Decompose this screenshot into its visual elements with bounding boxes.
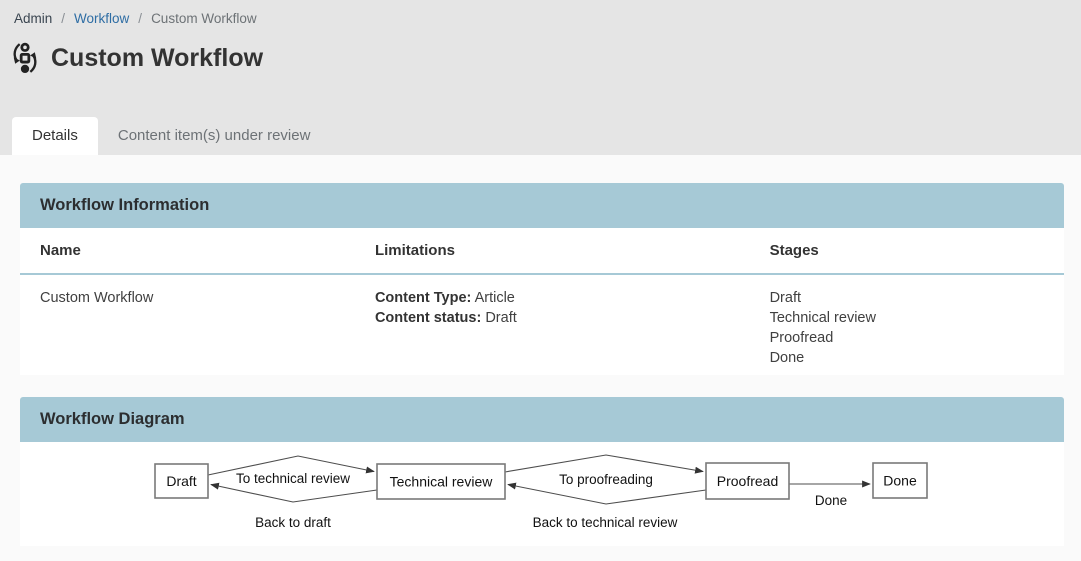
limitation-value: Article (471, 290, 515, 306)
workflow-icon (10, 42, 40, 74)
workflow-information-panel: Workflow Information Name Limitations St… (20, 183, 1064, 375)
stage-item: Technical review (770, 308, 1064, 328)
workflow-name: Custom Workflow (40, 288, 375, 308)
workflow-information-header: Workflow Information (20, 183, 1064, 228)
diagram-node-proofread: Proofread (717, 473, 778, 489)
breadcrumb-separator: / (61, 11, 65, 26)
cell-limitations: Content Type: Article Content status: Dr… (375, 288, 770, 375)
breadcrumb-admin: Admin (14, 11, 52, 26)
breadcrumb-current: Custom Workflow (151, 11, 257, 26)
tab-details[interactable]: Details (12, 117, 98, 155)
page-title: Custom Workflow (51, 44, 263, 73)
limitation-label: Content Type: (375, 290, 471, 306)
transition-arrow-to-proofreading (505, 455, 703, 472)
breadcrumb-separator: / (138, 11, 142, 26)
limitation-label: Content status: (375, 310, 481, 326)
limitation-content-status: Content status: Draft (375, 308, 770, 328)
column-header-limitations: Limitations (375, 228, 770, 273)
diagram-node-draft: Draft (166, 473, 196, 489)
page-header: Admin / Workflow / Custom Workflow Custo… (0, 0, 1081, 155)
title-row: Custom Workflow (0, 26, 1081, 74)
transition-label-back-to-technical-review: Back to technical review (533, 515, 678, 530)
stage-item: Proofread (770, 328, 1064, 348)
transition-arrow-back-to-technical-review (508, 485, 706, 505)
transition-label-back-to-draft: Back to draft (255, 515, 331, 530)
transition-arrow-back-to-draft (211, 485, 377, 503)
breadcrumb: Admin / Workflow / Custom Workflow (0, 0, 1081, 26)
table-row: Custom Workflow Content Type: Article Co… (20, 275, 1064, 375)
cell-name: Custom Workflow (20, 288, 375, 375)
transition-label-done: Done (815, 493, 847, 508)
cell-stages: Draft Technical review Proofread Done (770, 288, 1064, 375)
stage-item: Done (770, 348, 1064, 368)
breadcrumb-workflow-link[interactable]: Workflow (74, 11, 129, 26)
tab-bar: Details Content item(s) under review (12, 117, 330, 155)
tab-content-items-under-review[interactable]: Content item(s) under review (98, 117, 331, 155)
table-header-row: Name Limitations Stages (20, 228, 1064, 275)
column-header-name: Name (20, 228, 375, 273)
stage-item: Draft (770, 288, 1064, 308)
transition-label-to-proofreading: To proofreading (559, 472, 653, 487)
workflow-diagram-canvas: Draft Technical review Proofread Done To… (20, 442, 1064, 546)
limitation-content-type: Content Type: Article (375, 288, 770, 308)
limitation-value: Draft (481, 310, 516, 326)
main-content: Workflow Information Name Limitations St… (0, 155, 1081, 546)
diagram-node-done: Done (883, 473, 917, 489)
workflow-diagram-panel: Workflow Diagram Draft Technical revie (20, 397, 1064, 546)
workflow-diagram-svg: Draft Technical review Proofread Done To… (20, 442, 1064, 546)
workflow-information-table: Name Limitations Stages Custom Workflow … (20, 228, 1064, 375)
column-header-stages: Stages (770, 228, 1064, 273)
workflow-diagram-header: Workflow Diagram (20, 397, 1064, 442)
transition-label-to-technical-review: To technical review (236, 471, 350, 486)
diagram-node-technical-review: Technical review (390, 474, 494, 490)
